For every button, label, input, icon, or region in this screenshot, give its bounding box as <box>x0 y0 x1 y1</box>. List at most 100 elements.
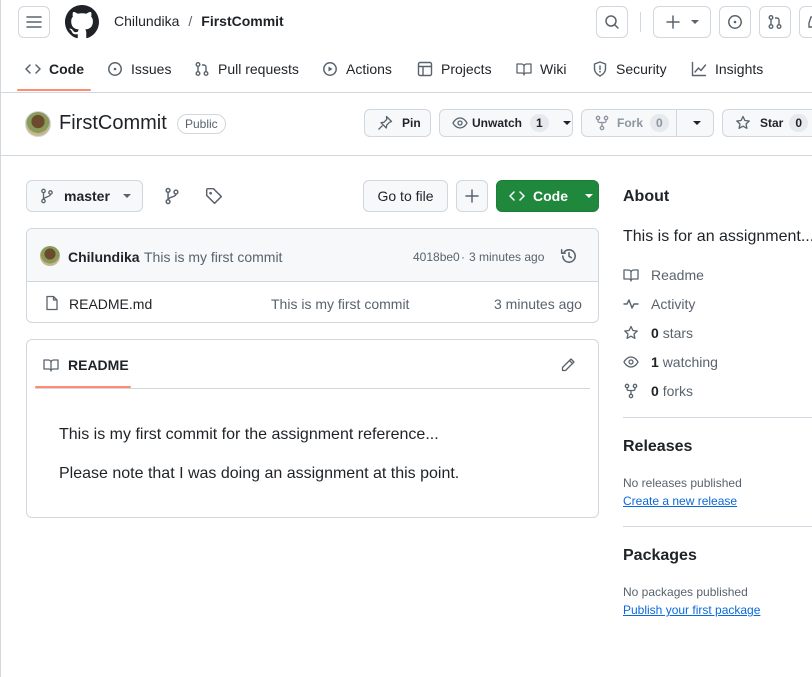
fork-label: Fork <box>617 116 644 130</box>
breadcrumb-repo[interactable]: FirstCommit <box>201 13 283 29</box>
commit-dot: · <box>461 250 465 264</box>
code-icon <box>25 64 41 74</box>
go-to-file-label: Go to file <box>377 188 434 204</box>
file-row[interactable]: README.md This is my first commit 3 minu… <box>27 282 598 322</box>
unwatch-label: Unwatch <box>472 116 523 130</box>
tags-button[interactable] <box>205 187 223 205</box>
star-label: Star <box>760 116 784 130</box>
github-logo-icon[interactable] <box>65 5 99 39</box>
readme-tab-label: README <box>68 357 129 373</box>
table-icon <box>417 61 433 77</box>
branch-select-button[interactable]: master <box>26 180 143 212</box>
tab-readme[interactable]: README <box>43 357 129 373</box>
releases-heading[interactable]: Releases <box>623 438 692 456</box>
branches-button[interactable] <box>163 187 181 205</box>
book-icon <box>43 359 59 372</box>
add-file-button[interactable] <box>456 180 488 212</box>
pin-icon <box>378 115 393 130</box>
commit-hash[interactable]: 4018be0 <box>413 250 460 264</box>
activity-link[interactable]: Activity <box>623 296 695 312</box>
breadcrumb-owner[interactable]: Chilundika <box>114 13 179 29</box>
packages-heading[interactable]: Packages <box>623 547 697 565</box>
go-to-file-button[interactable]: Go to file <box>363 180 448 212</box>
file-commit-message[interactable]: This is my first commit <box>271 296 409 312</box>
breadcrumb-separator: / <box>188 13 193 29</box>
unwatch-button[interactable]: Unwatch 1 <box>439 109 573 137</box>
fork-split-divider <box>676 110 677 136</box>
stars-link[interactable]: 0 stars <box>623 325 693 341</box>
git-branch-icon <box>165 187 179 205</box>
star-button[interactable]: Star 0 <box>722 109 812 137</box>
visibility-badge: Public <box>177 114 226 134</box>
tab-projects[interactable]: Projects <box>417 57 492 81</box>
latest-commit-bar: Chilundika This is my first commit 4018b… <box>27 229 598 282</box>
tab-actions[interactable]: Actions <box>322 57 392 81</box>
hamburger-icon <box>26 16 42 28</box>
tab-issues-label: Issues <box>131 61 172 77</box>
forks-label: forks <box>662 383 694 399</box>
search-icon <box>605 15 619 29</box>
tab-security-label: Security <box>616 61 667 77</box>
create-release-link[interactable]: Create a new release <box>623 494 737 508</box>
caret-down-icon <box>691 20 699 24</box>
tab-wiki[interactable]: Wiki <box>516 57 566 81</box>
book-icon <box>623 269 639 282</box>
file-name[interactable]: README.md <box>69 296 152 312</box>
git-pull-request-icon <box>768 15 782 29</box>
tab-issues[interactable]: Issues <box>107 57 171 81</box>
commit-author[interactable]: Chilundika <box>68 249 140 265</box>
repo-title[interactable]: FirstCommit <box>59 112 167 135</box>
branch-name: master <box>64 188 110 204</box>
watching-count: 1 <box>651 354 659 370</box>
readme-paragraph: This is my first commit for the assignme… <box>59 426 439 443</box>
star-icon <box>624 325 638 339</box>
tab-code-label: Code <box>49 61 84 77</box>
issues-header-button[interactable] <box>719 6 751 38</box>
stars-label: stars <box>662 325 694 341</box>
publish-package-link[interactable]: Publish your first package <box>623 603 760 617</box>
header-bottom-border <box>1 92 812 93</box>
tab-insights[interactable]: Insights <box>691 57 763 81</box>
history-icon[interactable] <box>560 247 578 265</box>
pencil-icon[interactable] <box>560 357 576 373</box>
readme-box: README This is my first commit for the a… <box>26 339 599 518</box>
plus-icon <box>465 189 479 203</box>
tab-pull-requests[interactable]: Pull requests <box>194 57 299 81</box>
graph-icon <box>691 61 707 77</box>
pin-button[interactable]: Pin <box>364 109 431 137</box>
readme-link[interactable]: Readme <box>623 267 704 283</box>
owner-avatar[interactable] <box>25 111 51 137</box>
inbox-header-button[interactable] <box>799 6 812 38</box>
watching-link[interactable]: 1 watching <box>623 354 718 370</box>
tab-wiki-label: Wiki <box>540 61 567 77</box>
tab-security[interactable]: Security <box>592 57 667 81</box>
play-icon <box>323 62 337 76</box>
about-description: This is for an assignment... <box>623 228 812 245</box>
tag-icon <box>205 187 223 205</box>
tab-code[interactable]: Code <box>25 57 84 81</box>
pull-requests-header-button[interactable] <box>759 6 791 38</box>
shield-icon <box>593 61 607 77</box>
commit-message[interactable]: This is my first commit <box>144 249 282 265</box>
sidebar-divider <box>623 417 812 418</box>
tab-actions-label: Actions <box>346 61 392 77</box>
code-button[interactable]: Code <box>496 180 599 212</box>
menu-button[interactable] <box>18 6 50 38</box>
watching-label: watching <box>662 354 718 370</box>
fork-button[interactable]: Fork 0 <box>581 109 714 137</box>
caret-down-icon <box>122 194 131 198</box>
commit-time: 3 minutes ago <box>469 250 545 264</box>
about-heading: About <box>623 188 670 205</box>
commit-author-avatar[interactable] <box>40 246 60 266</box>
inbox-icon <box>808 16 812 28</box>
forks-link[interactable]: 0 forks <box>623 383 693 399</box>
search-button[interactable] <box>596 6 628 38</box>
sidebar-divider <box>623 526 812 527</box>
readme-link-label: Readme <box>651 267 704 283</box>
book-icon <box>516 63 532 76</box>
repo-forked-icon <box>624 383 638 399</box>
readme-paragraph: Please note that I was doing an assignme… <box>59 465 460 482</box>
create-new-button[interactable] <box>653 6 711 38</box>
no-releases-text: No releases published <box>623 476 742 490</box>
pulse-icon <box>623 299 639 309</box>
